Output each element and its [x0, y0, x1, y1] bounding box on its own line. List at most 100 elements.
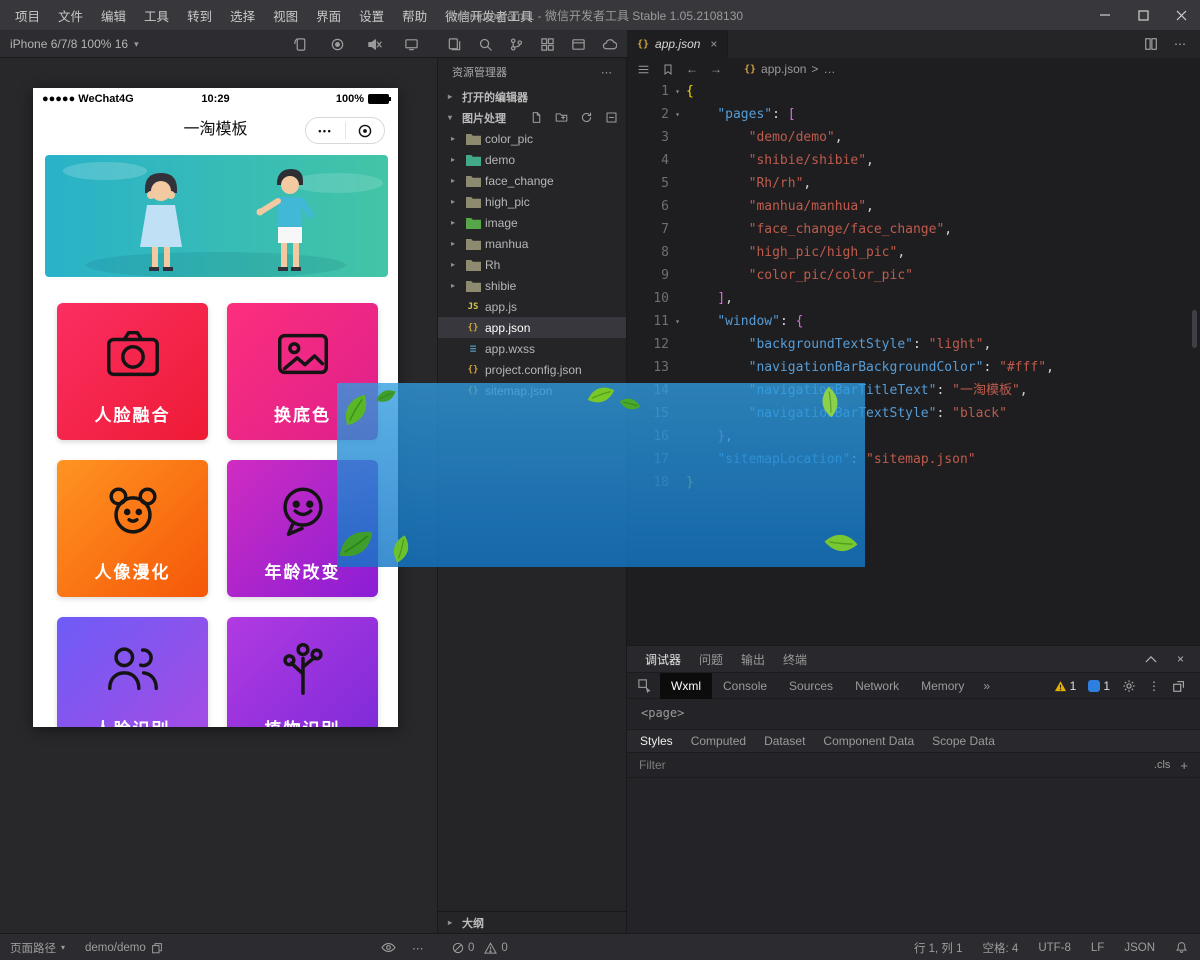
- collapse-icon[interactable]: [605, 111, 618, 124]
- styles-tab-Dataset[interactable]: Dataset: [755, 734, 814, 748]
- new-folder-icon[interactable]: [555, 111, 568, 124]
- cloud-icon[interactable]: [602, 37, 617, 52]
- expand-panel-icon[interactable]: [1145, 655, 1157, 663]
- close-panel-icon[interactable]: ×: [1177, 652, 1184, 666]
- tree-file-project.config.json[interactable]: {}project.config.json: [438, 359, 626, 380]
- tree-folder-color_pic[interactable]: ▸color_pic: [438, 128, 626, 149]
- menu-项目[interactable]: 项目: [6, 6, 49, 25]
- feature-card-人像漫化[interactable]: 人像漫化: [57, 460, 208, 597]
- devtools-tab-Network[interactable]: Network: [844, 673, 910, 699]
- styles-tab-Computed[interactable]: Computed: [682, 734, 755, 748]
- project-section[interactable]: ▾ 图片处理: [438, 107, 626, 128]
- styles-tab-Styles[interactable]: Styles: [631, 734, 682, 748]
- feature-card-植物识别[interactable]: 植物识别: [227, 617, 378, 727]
- clipboard-icon[interactable]: [447, 37, 462, 52]
- close-button[interactable]: [1162, 0, 1200, 30]
- minimize-button[interactable]: [1086, 0, 1124, 30]
- open-editors-section[interactable]: ▸ 打开的编辑器: [438, 86, 626, 107]
- menu-文件[interactable]: 文件: [49, 6, 92, 25]
- current-page-path[interactable]: demo/demo: [85, 934, 163, 960]
- monitor-icon[interactable]: [404, 37, 419, 52]
- indent-setting[interactable]: 空格: 4: [983, 940, 1019, 956]
- language-mode[interactable]: JSON: [1124, 942, 1155, 954]
- tree-folder-image[interactable]: ▸image: [438, 212, 626, 233]
- home-icon[interactable]: [346, 123, 385, 139]
- menu-编辑[interactable]: 编辑: [92, 6, 135, 25]
- eye-icon[interactable]: [381, 934, 396, 960]
- debugger-tab-调试器[interactable]: 调试器: [645, 651, 681, 668]
- menu-转到[interactable]: 转到: [178, 6, 221, 25]
- menu-icon[interactable]: [637, 63, 650, 76]
- tree-folder-Rh[interactable]: ▸Rh: [438, 254, 626, 275]
- search-icon[interactable]: [478, 37, 493, 52]
- cursor-position[interactable]: 行 1, 列 1: [914, 940, 963, 956]
- tree-folder-shibie[interactable]: ▸shibie: [438, 275, 626, 296]
- message-badge[interactable]: 1: [1088, 679, 1110, 693]
- branch-icon[interactable]: [509, 37, 524, 52]
- tree-folder-demo[interactable]: ▸demo: [438, 149, 626, 170]
- warning-badge[interactable]: 1: [1054, 679, 1077, 693]
- tab-app-json[interactable]: {} app.json ×: [627, 30, 728, 58]
- mute-icon[interactable]: [367, 37, 382, 52]
- back-icon[interactable]: ←: [686, 62, 698, 76]
- refresh-icon[interactable]: [580, 111, 593, 124]
- more-icon[interactable]: ⋯: [1174, 37, 1186, 51]
- styles-tab-Scope-Data[interactable]: Scope Data: [923, 734, 1004, 748]
- wxml-dom-tree[interactable]: <page>: [627, 699, 1200, 729]
- tab-close-icon[interactable]: ×: [710, 37, 717, 51]
- fold-chevron-icon[interactable]: ▾: [669, 80, 686, 103]
- feature-card-人脸识别[interactable]: 人脸识别: [57, 617, 208, 727]
- more-dots-icon[interactable]: •••: [306, 126, 345, 136]
- problems-indicator[interactable]: 0 0: [452, 934, 508, 960]
- inspect-element-icon[interactable]: [637, 678, 652, 693]
- tree-file-app.wxss[interactable]: ≡app.wxss: [438, 338, 626, 359]
- devtools-tab-Console[interactable]: Console: [712, 673, 778, 699]
- page-path-selector[interactable]: 页面路径 ▾: [10, 934, 65, 960]
- debugger-tab-问题[interactable]: 问题: [699, 651, 723, 668]
- maximize-button[interactable]: [1124, 0, 1162, 30]
- device-selector[interactable]: iPhone 6/7/8 100% 16 ▾: [10, 30, 139, 58]
- tree-file-app.js[interactable]: JSapp.js: [438, 296, 626, 317]
- banner-illustration[interactable]: [45, 155, 388, 277]
- chevron-double-icon[interactable]: »: [975, 679, 998, 693]
- fold-chevron-icon[interactable]: ▾: [669, 310, 686, 333]
- eol-setting[interactable]: LF: [1091, 942, 1104, 954]
- menu-视图[interactable]: 视图: [264, 6, 307, 25]
- tree-file-app.json[interactable]: {}app.json: [438, 317, 626, 338]
- tree-folder-manhua[interactable]: ▸manhua: [438, 233, 626, 254]
- record-icon[interactable]: [330, 37, 345, 52]
- add-style-button[interactable]: +: [1180, 758, 1188, 773]
- bookmark-icon[interactable]: [662, 63, 674, 76]
- styles-tab-Component-Data[interactable]: Component Data: [814, 734, 923, 748]
- debugger-tab-输出[interactable]: 输出: [741, 651, 765, 668]
- capsule-button[interactable]: •••: [305, 117, 385, 144]
- copy-icon[interactable]: [151, 942, 163, 954]
- cls-toggle[interactable]: .cls: [1154, 759, 1171, 771]
- menu-设置[interactable]: 设置: [350, 6, 393, 25]
- menu-选择[interactable]: 选择: [221, 6, 264, 25]
- fold-chevron-icon[interactable]: ▾: [669, 103, 686, 126]
- devtools-tab-Memory[interactable]: Memory: [910, 673, 975, 699]
- tree-folder-face_change[interactable]: ▸face_change: [438, 170, 626, 191]
- encoding-setting[interactable]: UTF-8: [1038, 942, 1071, 954]
- outline-section[interactable]: ▸ 大纲: [438, 911, 626, 933]
- settings-gear-icon[interactable]: [1122, 679, 1136, 693]
- menu-帮助[interactable]: 帮助: [393, 6, 436, 25]
- more-icon[interactable]: ⋯: [412, 934, 424, 960]
- bell-icon[interactable]: [1175, 941, 1188, 954]
- kebab-menu-icon[interactable]: ⋮: [1148, 679, 1160, 693]
- forward-icon[interactable]: →: [710, 62, 722, 76]
- breadcrumb-file[interactable]: {} app.json > …: [744, 62, 835, 76]
- styles-filter-input[interactable]: [639, 758, 1144, 772]
- editor-scrollbar[interactable]: [1192, 310, 1197, 348]
- menu-界面[interactable]: 界面: [307, 6, 350, 25]
- devtools-tab-Sources[interactable]: Sources: [778, 673, 844, 699]
- window-icon[interactable]: [571, 37, 586, 52]
- undock-icon[interactable]: [1172, 679, 1186, 693]
- tree-folder-high_pic[interactable]: ▸high_pic: [438, 191, 626, 212]
- more-icon[interactable]: ⋯: [601, 66, 612, 79]
- feature-card-人脸融合[interactable]: 人脸融合: [57, 303, 208, 440]
- devtools-tab-Wxml[interactable]: Wxml: [660, 673, 712, 699]
- split-editor-icon[interactable]: [1144, 37, 1158, 51]
- grid-icon[interactable]: [540, 37, 555, 52]
